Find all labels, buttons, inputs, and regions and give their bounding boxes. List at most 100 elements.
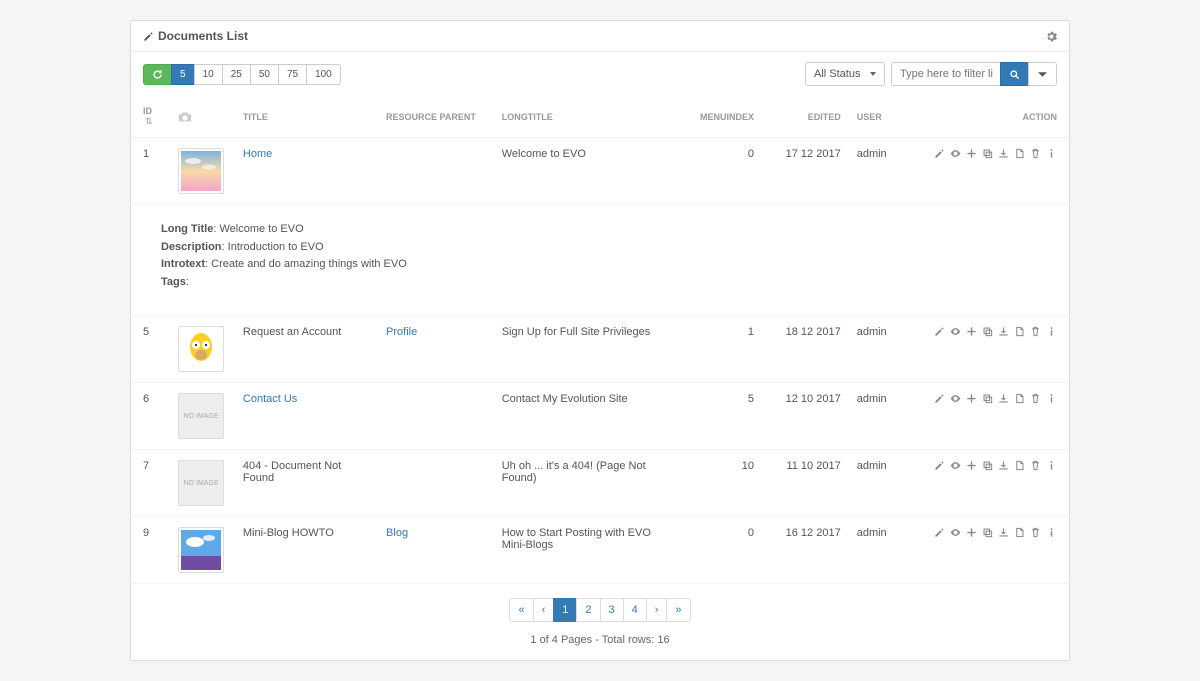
info-icon[interactable] bbox=[1046, 527, 1057, 538]
filter-input[interactable] bbox=[891, 62, 1001, 86]
cell-thumb: NO IMAGE bbox=[170, 383, 235, 450]
col-title[interactable]: TITLE bbox=[235, 96, 378, 138]
action-group bbox=[934, 148, 1057, 159]
copy-icon[interactable] bbox=[982, 527, 993, 538]
title-link[interactable]: Home bbox=[243, 148, 272, 160]
col-id[interactable]: ID ⇅ bbox=[131, 96, 170, 138]
eye-icon[interactable] bbox=[950, 326, 961, 337]
copy-icon[interactable] bbox=[982, 393, 993, 404]
info-icon[interactable] bbox=[1046, 460, 1057, 471]
pagination: « ‹ 1 2 3 4 › » bbox=[131, 584, 1069, 630]
cell-actions bbox=[926, 383, 1069, 450]
col-menuindex[interactable]: MENUINDEX bbox=[683, 96, 762, 138]
parent-link[interactable]: Profile bbox=[386, 326, 417, 338]
col-user[interactable]: USER bbox=[849, 96, 926, 138]
thumbnail bbox=[178, 326, 224, 372]
download-icon[interactable] bbox=[998, 460, 1009, 471]
page-4[interactable]: 4 bbox=[623, 598, 647, 622]
file-icon[interactable] bbox=[1014, 148, 1025, 159]
page-size-25[interactable]: 25 bbox=[222, 64, 251, 85]
download-icon[interactable] bbox=[998, 393, 1009, 404]
trash-icon[interactable] bbox=[1030, 393, 1041, 404]
col-longtitle[interactable]: LONGTITLE bbox=[494, 96, 683, 138]
eye-icon[interactable] bbox=[950, 148, 961, 159]
copy-icon[interactable] bbox=[982, 148, 993, 159]
cell-title: Request an Account bbox=[235, 316, 378, 383]
cell-longtitle: How to Start Posting with EVO Mini-Blogs bbox=[494, 517, 683, 584]
edit-icon[interactable] bbox=[934, 393, 945, 404]
panel-header: Documents List bbox=[131, 21, 1069, 52]
edit-icon[interactable] bbox=[934, 460, 945, 471]
page-size-75[interactable]: 75 bbox=[278, 64, 307, 85]
table-row[interactable]: 9 Mini-Blog HOWTO Blog How to Start Post… bbox=[131, 517, 1069, 584]
eye-icon[interactable] bbox=[950, 393, 961, 404]
cell-menuindex: 10 bbox=[683, 450, 762, 517]
page-2[interactable]: 2 bbox=[576, 598, 600, 622]
info-icon[interactable] bbox=[1046, 393, 1057, 404]
table-row[interactable]: 6 NO IMAGE Contact Us Contact My Evoluti… bbox=[131, 383, 1069, 450]
detail-description-label: Description bbox=[161, 241, 222, 253]
detail-tags-label: Tags bbox=[161, 276, 186, 288]
title-link[interactable]: Contact Us bbox=[243, 393, 297, 405]
cell-actions bbox=[926, 517, 1069, 584]
plus-icon[interactable] bbox=[966, 148, 977, 159]
refresh-button[interactable] bbox=[143, 64, 172, 85]
table-row[interactable]: 1 Home Welcome to EVO 0 17 12 2017 admin bbox=[131, 138, 1069, 205]
cell-user: admin bbox=[849, 383, 926, 450]
status-select[interactable]: All Status bbox=[805, 62, 885, 86]
documents-panel: Documents List 5 10 25 50 75 100 All Sta… bbox=[130, 20, 1070, 661]
page-size-5[interactable]: 5 bbox=[171, 64, 195, 85]
page-prev[interactable]: ‹ bbox=[533, 598, 555, 622]
gear-icon[interactable] bbox=[1046, 31, 1057, 42]
plus-icon[interactable] bbox=[966, 527, 977, 538]
trash-icon[interactable] bbox=[1030, 460, 1041, 471]
file-icon[interactable] bbox=[1014, 460, 1025, 471]
title-text: Request an Account bbox=[243, 326, 341, 338]
parent-link[interactable]: Blog bbox=[386, 527, 408, 539]
trash-icon[interactable] bbox=[1030, 148, 1041, 159]
panel-title: Documents List bbox=[143, 29, 248, 43]
eye-icon[interactable] bbox=[950, 460, 961, 471]
trash-icon[interactable] bbox=[1030, 527, 1041, 538]
trash-icon[interactable] bbox=[1030, 326, 1041, 337]
sort-icon: ⇅ bbox=[145, 116, 153, 126]
eye-icon[interactable] bbox=[950, 527, 961, 538]
copy-icon[interactable] bbox=[982, 326, 993, 337]
download-icon[interactable] bbox=[998, 148, 1009, 159]
search-button[interactable] bbox=[1000, 62, 1029, 86]
cell-thumb bbox=[170, 517, 235, 584]
camera-icon bbox=[178, 110, 227, 124]
plus-icon[interactable] bbox=[966, 393, 977, 404]
col-parent[interactable]: RESOURCE PARENT bbox=[378, 96, 494, 138]
cell-title: 404 - Document Not Found bbox=[235, 450, 378, 517]
col-edited[interactable]: EDITED bbox=[762, 96, 849, 138]
page-size-100[interactable]: 100 bbox=[306, 64, 341, 85]
download-icon[interactable] bbox=[998, 527, 1009, 538]
cell-longtitle: Uh oh ... it's a 404! (Page Not Found) bbox=[494, 450, 683, 517]
cell-longtitle: Welcome to EVO bbox=[494, 138, 683, 205]
page-next[interactable]: › bbox=[646, 598, 668, 622]
page-size-50[interactable]: 50 bbox=[250, 64, 279, 85]
info-icon[interactable] bbox=[1046, 148, 1057, 159]
plus-icon[interactable] bbox=[966, 460, 977, 471]
page-3[interactable]: 3 bbox=[600, 598, 624, 622]
page-last[interactable]: » bbox=[666, 598, 690, 622]
table-row[interactable]: 7 NO IMAGE 404 - Document Not Found Uh o… bbox=[131, 450, 1069, 517]
edit-icon[interactable] bbox=[934, 326, 945, 337]
page-1[interactable]: 1 bbox=[553, 598, 577, 622]
page-size-10[interactable]: 10 bbox=[194, 64, 223, 85]
download-icon[interactable] bbox=[998, 326, 1009, 337]
info-icon[interactable] bbox=[1046, 326, 1057, 337]
cell-id: 7 bbox=[131, 450, 170, 517]
plus-icon[interactable] bbox=[966, 326, 977, 337]
file-icon[interactable] bbox=[1014, 326, 1025, 337]
search-dropdown-button[interactable] bbox=[1028, 62, 1057, 86]
edit-icon[interactable] bbox=[934, 148, 945, 159]
file-icon[interactable] bbox=[1014, 527, 1025, 538]
table-row[interactable]: 5 Request an Account Profile Sign Up for… bbox=[131, 316, 1069, 383]
edit-icon[interactable] bbox=[934, 527, 945, 538]
table-header-row: ID ⇅ TITLE RESOURCE PARENT LONGTITLE MEN… bbox=[131, 96, 1069, 138]
page-first[interactable]: « bbox=[509, 598, 533, 622]
file-icon[interactable] bbox=[1014, 393, 1025, 404]
copy-icon[interactable] bbox=[982, 460, 993, 471]
